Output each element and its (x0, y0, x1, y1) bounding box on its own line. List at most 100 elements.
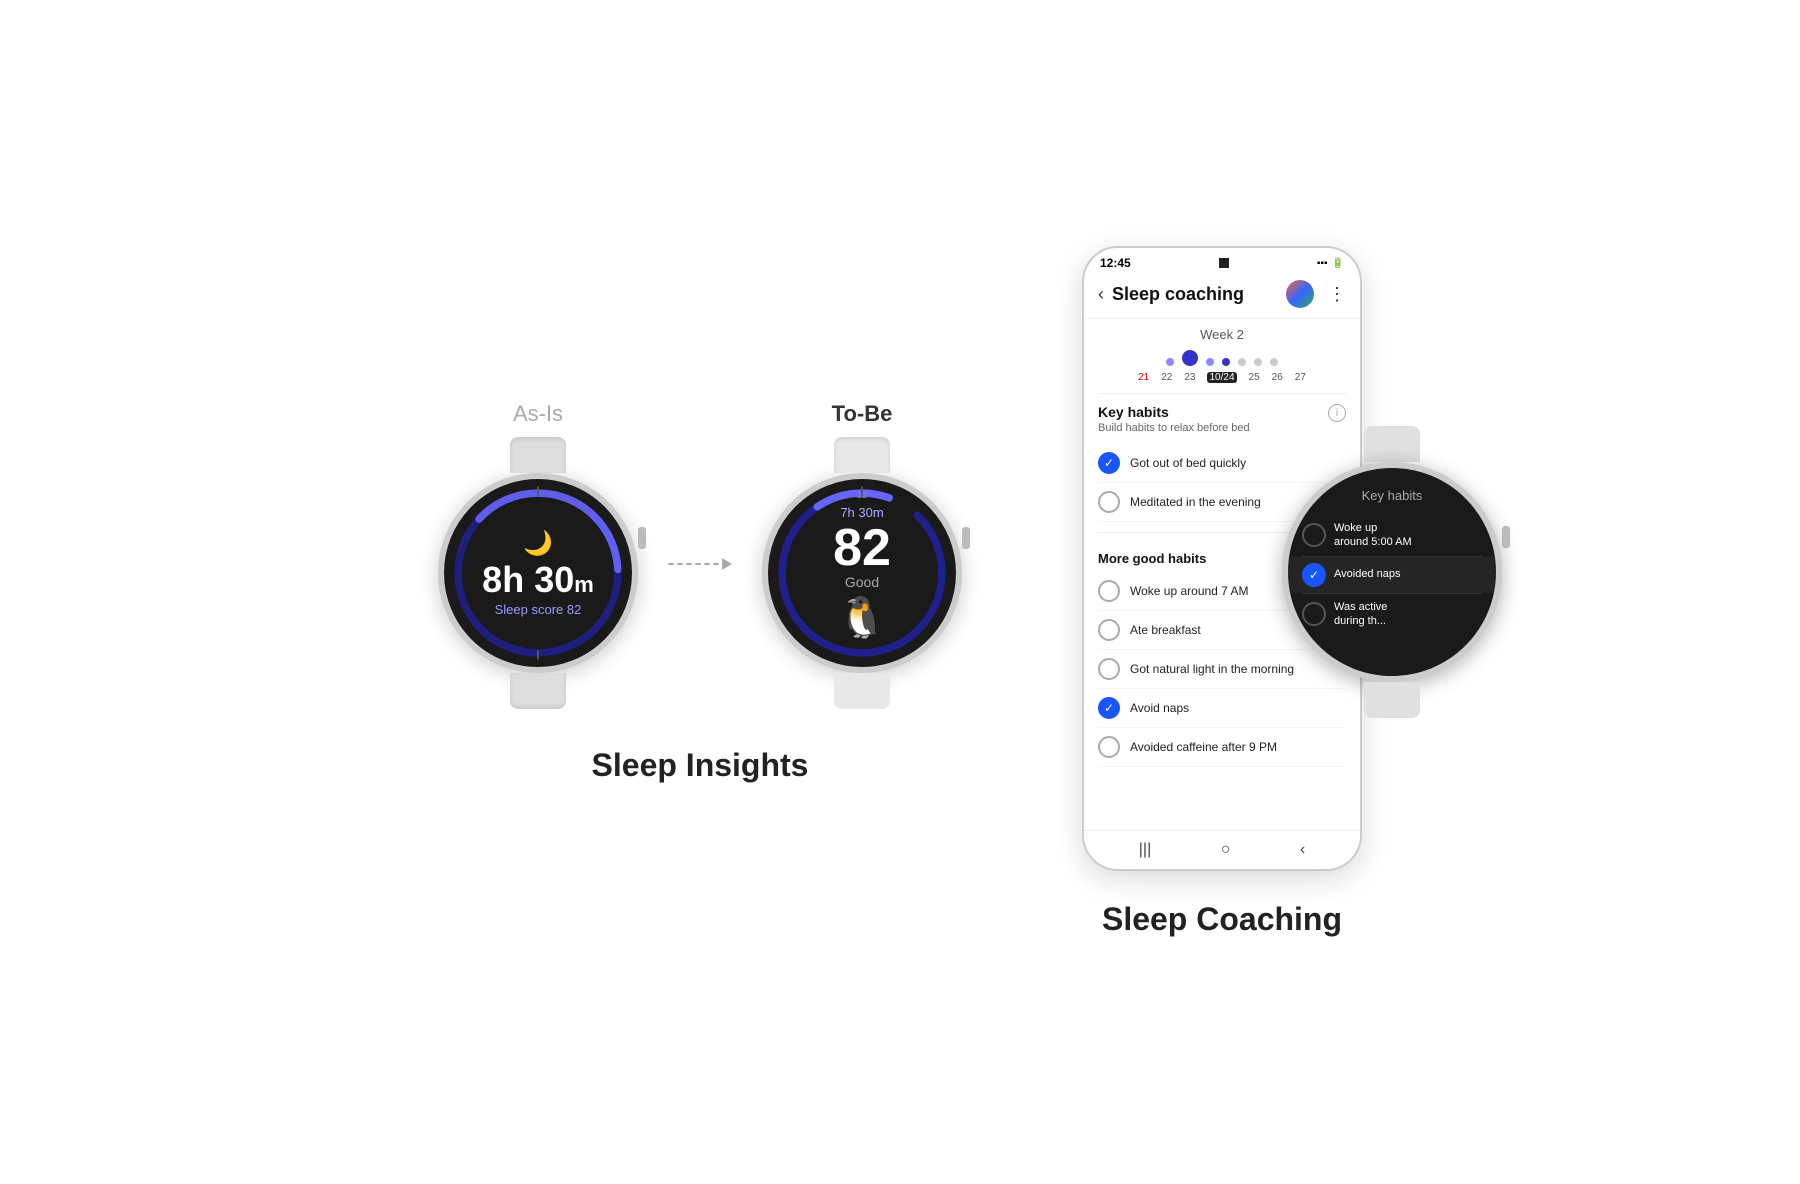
watch2-band-bottom (834, 673, 890, 709)
phone-camera (1219, 258, 1229, 268)
cal-dot-27 (1270, 358, 1278, 366)
week-label: Week 2 (1084, 319, 1360, 346)
overlay-band-top (1364, 426, 1420, 462)
habit-check-2[interactable] (1098, 491, 1120, 513)
sleep-coaching-section: 12:45 ▪▪▪ 🔋 ‹ Sleep coaching ⋮ (1082, 246, 1362, 938)
overlay-habit-text-2: Avoided naps (1334, 567, 1400, 581)
watches-row: As-Is (438, 401, 962, 697)
watch1-crown (638, 527, 646, 549)
more-habit-check-2[interactable] (1098, 619, 1120, 641)
nav-home-icon[interactable]: ○ (1221, 841, 1231, 859)
more-habit-check-1[interactable] (1098, 580, 1120, 602)
more-habit-text-1: Woke up around 7 AM (1130, 584, 1249, 598)
sleep-insights-title: Sleep Insights (592, 747, 809, 784)
penguin-icon: 🐧 (833, 594, 891, 641)
phone-app-header: ‹ Sleep coaching ⋮ (1084, 270, 1360, 319)
status-icons: ▪▪▪ 🔋 (1317, 258, 1344, 269)
cal-dot-21 (1166, 358, 1174, 366)
overlay-watch-body: Key habits Woke uparound 5:00 AM ✓ Avoid… (1282, 462, 1502, 682)
overlay-watch-wrapper: Key habits Woke uparound 5:00 AM ✓ Avoid… (1282, 426, 1502, 686)
more-habit-check-5[interactable] (1098, 736, 1120, 758)
nav-menu-icon[interactable]: ||| (1139, 841, 1151, 859)
more-habit-4: ✓ Avoid naps (1098, 689, 1346, 728)
main-container: As-Is (0, 206, 1800, 978)
watch1-minutes: 30 (534, 559, 574, 600)
overlay-crown (1502, 526, 1510, 548)
status-time: 12:45 (1100, 256, 1131, 270)
overlay-habit-3: Was activeduring th... (1288, 594, 1496, 635)
phone-top: 12:45 ▪▪▪ 🔋 (1084, 248, 1360, 270)
overlay-band-bottom (1364, 682, 1420, 718)
overlay-habit-check-3 (1302, 602, 1326, 626)
info-icon[interactable]: i (1328, 404, 1346, 422)
arrow-head (722, 558, 732, 570)
more-menu-button[interactable]: ⋮ (1328, 284, 1346, 305)
key-habits-titles: Key habits Build habits to relax before … (1098, 404, 1250, 444)
key-habits-title: Key habits (1098, 404, 1250, 420)
watch1-face: 🌙 8h 30m Sleep score 82 (444, 479, 632, 667)
watch-tobe-container: To-Be 12 7h 30m (762, 401, 962, 697)
habit-text-1: Got out of bed quickly (1130, 456, 1246, 470)
watch-overlay: Key habits Woke uparound 5:00 AM ✓ Avoid… (1282, 426, 1502, 646)
overlay-habit-1: Woke uparound 5:00 AM (1288, 515, 1496, 556)
calendar-numbers: 21 22 23 10/24 25 26 27 (1084, 370, 1360, 393)
sleep-insights-section: As-Is (438, 401, 962, 784)
arrow-container (658, 558, 742, 570)
overlay-habit-text-3: Was activeduring th... (1334, 600, 1387, 629)
overlay-habit-check-1 (1302, 523, 1326, 547)
habit-text-2: Meditated in the evening (1130, 495, 1261, 509)
more-habit-text-3: Got natural light in the morning (1130, 662, 1294, 676)
watch1-hours: 8h (482, 559, 524, 600)
more-habit-check-3[interactable] (1098, 658, 1120, 680)
tobe-label: To-Be (832, 401, 893, 427)
sleep-score-value: 82 (567, 602, 581, 617)
more-habit-text-5: Avoided caffeine after 9 PM (1130, 740, 1277, 754)
watch-tobe-wrapper: 12 7h 30m 82 Good 🐧 (762, 437, 962, 697)
watch2-score: 82 (833, 522, 891, 574)
habit-check-1[interactable]: ✓ (1098, 452, 1120, 474)
watch2-duration: 7h 30m (833, 505, 891, 520)
arrow-dot6 (713, 563, 719, 565)
arrow-dashed (668, 558, 732, 570)
watch1-score-label: Sleep score 82 (482, 602, 594, 617)
sleep-score-text: Sleep score (495, 602, 564, 617)
cal-dot-24 (1222, 358, 1230, 366)
watch2-crown (962, 527, 970, 549)
more-habit-text-4: Avoid naps (1130, 701, 1189, 715)
more-habit-text-2: Ate breakfast (1130, 623, 1201, 637)
nav-back-icon[interactable]: ‹ (1300, 841, 1305, 859)
cal-num-25: 25 (1249, 372, 1260, 383)
watch1-content: 🌙 8h 30m Sleep score 82 (482, 529, 594, 617)
more-habit-check-4[interactable]: ✓ (1098, 697, 1120, 719)
key-habits-subtitle: Build habits to relax before bed (1098, 422, 1250, 434)
watch1-body: 🌙 8h 30m Sleep score 82 (438, 473, 638, 673)
cal-dot-26 (1254, 358, 1262, 366)
overlay-habit-2: ✓ Avoided naps (1288, 557, 1496, 593)
watch1-band-top (510, 437, 566, 473)
cal-num-27: 27 (1295, 372, 1306, 383)
cal-num-23: 23 (1184, 372, 1195, 383)
back-button[interactable]: ‹ (1098, 284, 1104, 305)
cal-dot-23 (1206, 358, 1214, 366)
phone-nav-bar: ||| ○ ‹ (1084, 830, 1360, 869)
cal-dot-25 (1238, 358, 1246, 366)
watch-asis-wrapper: 🌙 8h 30m Sleep score 82 (438, 437, 638, 697)
watch2-content: 7h 30m 82 Good 🐧 (833, 505, 891, 641)
wifi-icon: ▪▪▪ (1317, 258, 1328, 269)
arrow-dot4 (695, 563, 701, 565)
watch2-body: 12 7h 30m 82 Good 🐧 (762, 473, 962, 673)
svg-text:12: 12 (857, 488, 867, 499)
more-habit-5: Avoided caffeine after 9 PM (1098, 728, 1346, 767)
arrow-dot5 (704, 563, 710, 565)
overlay-watch-title: Key habits (1362, 488, 1423, 503)
overlay-habit-check-2: ✓ (1302, 563, 1326, 587)
cal-num-26: 26 (1272, 372, 1283, 383)
arrow-dot3 (686, 563, 692, 565)
asis-label: As-Is (513, 401, 563, 427)
watch2-band-top (834, 437, 890, 473)
sleep-coaching-title: Sleep Coaching (1102, 901, 1342, 938)
watch2-face: 12 7h 30m 82 Good 🐧 (768, 479, 956, 667)
app-title: Sleep coaching (1112, 284, 1278, 305)
battery-icon: 🔋 (1332, 258, 1344, 269)
watch-asis-container: As-Is (438, 401, 638, 697)
